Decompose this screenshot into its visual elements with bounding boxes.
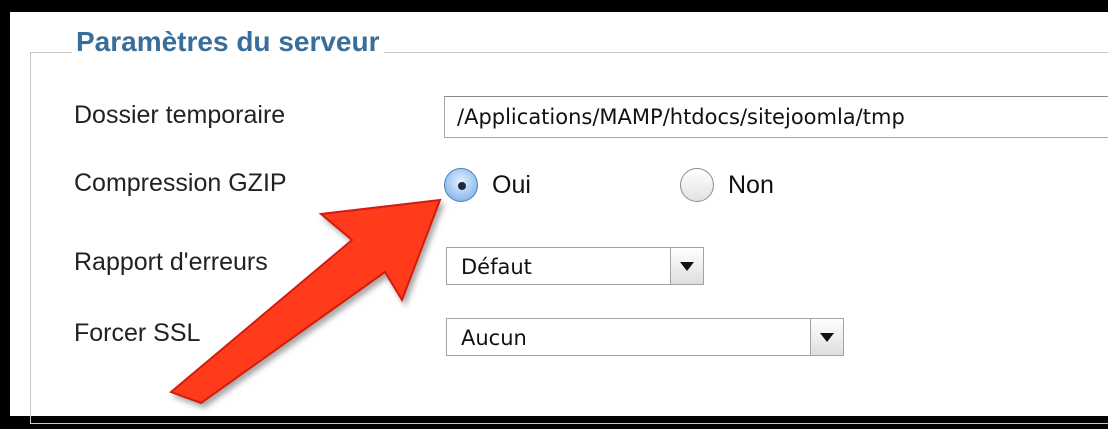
red-arrow-icon <box>169 198 442 405</box>
